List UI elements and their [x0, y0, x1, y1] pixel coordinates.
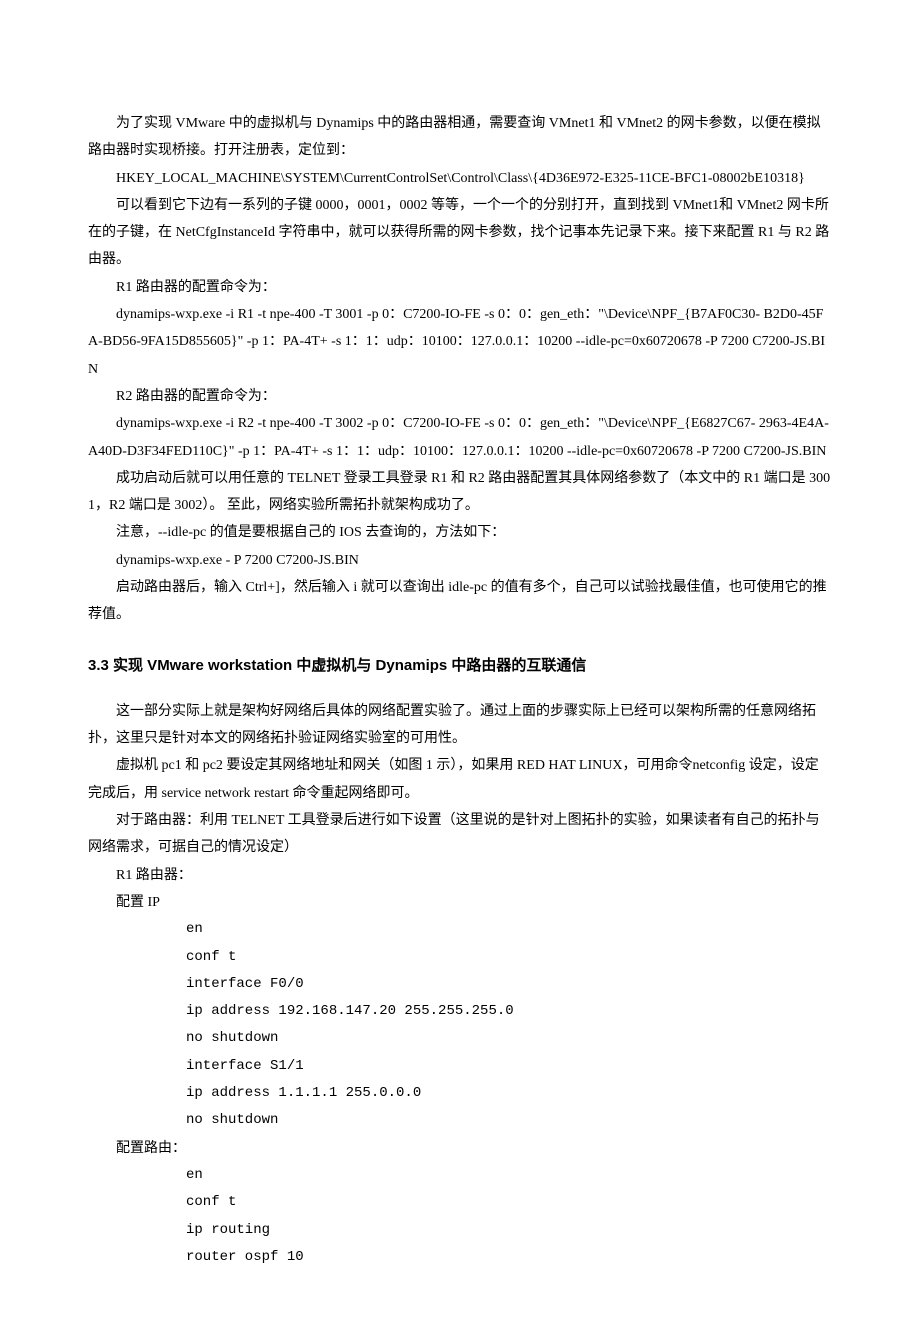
paragraph-registry-path: HKEY_LOCAL_MACHINE\SYSTEM\CurrentControl…	[88, 165, 832, 192]
code-line: en	[88, 916, 832, 943]
paragraph-note: 注意，--idle-pc 的值是要根据自己的 IOS 去查询的，方法如下：	[88, 519, 832, 546]
paragraph: 成功启动后就可以用任意的 TELNET 登录工具登录 R1 和 R2 路由器配置…	[88, 465, 832, 520]
paragraph-config-route: 配置路由：	[88, 1135, 832, 1162]
paragraph-r1-router: R1 路由器：	[88, 862, 832, 889]
section-heading-3-3: 3.3 实现 VMware workstation 中虚拟机与 Dynamips…	[88, 651, 832, 680]
paragraph-r1-cmd: dynamips-wxp.exe -i R1 -t npe-400 -T 300…	[88, 301, 832, 383]
code-line: conf t	[88, 1189, 832, 1216]
code-line: interface F0/0	[88, 971, 832, 998]
code-line: en	[88, 1162, 832, 1189]
paragraph-cmd: dynamips-wxp.exe - P 7200 C7200-JS.BIN	[88, 547, 832, 574]
paragraph-config-ip: 配置 IP	[88, 889, 832, 916]
code-line: router ospf 10	[88, 1244, 832, 1271]
paragraph: 为了实现 VMware 中的虚拟机与 Dynamips 中的路由器相通，需要查询…	[88, 110, 832, 165]
paragraph-r2-label: R2 路由器的配置命令为：	[88, 383, 832, 410]
code-line: no shutdown	[88, 1025, 832, 1052]
code-line: ip routing	[88, 1217, 832, 1244]
paragraph-r2-cmd: dynamips-wxp.exe -i R2 -t npe-400 -T 300…	[88, 410, 832, 465]
code-line: conf t	[88, 944, 832, 971]
paragraph-r1-label: R1 路由器的配置命令为：	[88, 274, 832, 301]
code-line: interface S1/1	[88, 1053, 832, 1080]
paragraph: 对于路由器：利用 TELNET 工具登录后进行如下设置（这里说的是针对上图拓扑的…	[88, 807, 832, 862]
code-line: ip address 1.1.1.1 255.0.0.0	[88, 1080, 832, 1107]
paragraph: 这一部分实际上就是架构好网络后具体的网络配置实验了。通过上面的步骤实际上已经可以…	[88, 698, 832, 753]
paragraph: 虚拟机 pc1 和 pc2 要设定其网络地址和网关（如图 1 示），如果用 RE…	[88, 752, 832, 807]
paragraph: 启动路由器后，输入 Ctrl+]，然后输入 i 就可以查询出 idle-pc 的…	[88, 574, 832, 629]
paragraph: 可以看到它下边有一系列的子键 0000，0001，0002 等等，一个一个的分别…	[88, 192, 832, 274]
code-line: no shutdown	[88, 1107, 832, 1134]
code-line: ip address 192.168.147.20 255.255.255.0	[88, 998, 832, 1025]
